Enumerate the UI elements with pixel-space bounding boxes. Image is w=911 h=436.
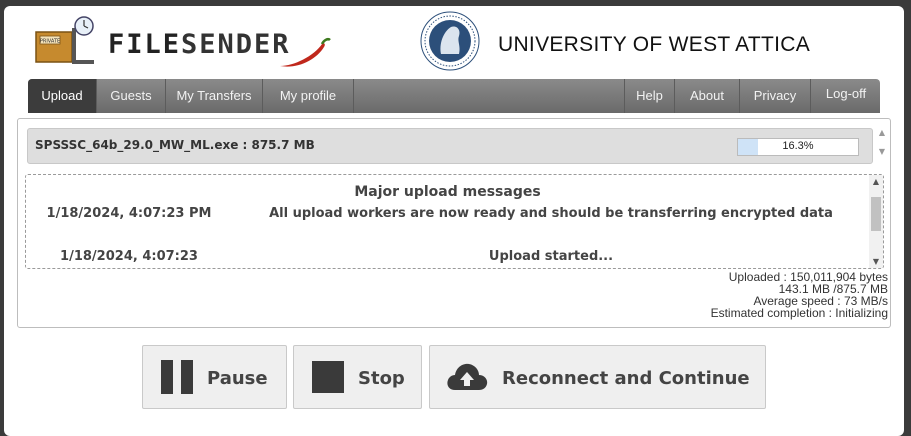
message-text: All upload workers are now ready and sho… [269,206,833,221]
scroll-down-arrow-icon[interactable]: ▼ [869,257,883,266]
scroll-down-arrow-icon[interactable]: ▼ [876,147,888,156]
university-seal-icon [419,10,481,72]
main-menu: Upload Guests My Transfers My profile He… [28,79,880,113]
tab-my-transfers[interactable]: My Transfers [166,79,263,113]
upload-stats: Uploaded : 150,011,904 bytes 143.1 MB /8… [711,271,888,319]
stop-icon [312,361,344,393]
reconnect-button-label: Reconnect and Continue [502,368,750,389]
tab-log-off[interactable]: Log-off [810,79,881,113]
logo-text-sender: SENDER [181,29,291,60]
message-time: 1/18/2024, 4:07:23 [60,249,198,264]
pause-button[interactable]: Pause [142,345,287,409]
upload-panel: SPSSSC_64b_29.0_MW_ML.exe : 875.7 MB 16.… [17,118,891,328]
filesender-logo-icon: PRIVATE [34,16,96,68]
tab-my-profile[interactable]: My profile [263,79,354,113]
stop-button-label: Stop [358,368,405,389]
messages-title: Major upload messages [354,184,541,200]
university-name: UNIVERSITY OF WEST ATTICA [498,33,811,56]
logo-text-file: FILE [108,29,182,60]
estimated-completion: Estimated completion : Initializing [710,306,888,320]
reconnect-continue-button[interactable]: Reconnect and Continue [429,345,766,409]
file-list-scrollbar[interactable]: ▲ ▼ [876,128,888,164]
tab-about[interactable]: About [674,79,739,113]
file-row: SPSSSC_64b_29.0_MW_ML.exe : 875.7 MB 16.… [27,128,873,164]
chili-pepper-icon [276,36,332,74]
app-logo-text: FILESENDER [108,29,291,60]
page: PRIVATE FILESENDER UNIVERSITY OF WEST AT… [4,6,904,436]
file-name: SPSSSC_64b_29.0_MW_ML.exe : 875.7 MB [35,138,315,152]
tab-help[interactable]: Help [624,79,674,113]
progress-percent: 16.3% [782,140,814,152]
message-time: 1/18/2024, 4:07:23 PM [46,206,212,221]
pause-icon [161,360,193,394]
pause-button-label: Pause [207,368,268,389]
scroll-up-arrow-icon[interactable]: ▲ [876,128,888,137]
tab-privacy[interactable]: Privacy [739,79,810,113]
tab-upload[interactable]: Upload [28,79,97,113]
logo-sign-text: PRIVATE [40,39,60,45]
tab-guests[interactable]: Guests [97,79,166,113]
progress-bar: 16.3% [737,138,859,156]
stop-button[interactable]: Stop [293,345,422,409]
messages-scrollbar[interactable]: ▲ ▼ [869,175,883,268]
cloud-upload-icon [447,363,488,390]
upload-messages-box: Major upload messages 1/18/2024, 4:07:23… [25,174,884,269]
scroll-up-arrow-icon[interactable]: ▲ [869,177,883,186]
scrollbar-thumb[interactable] [871,197,881,231]
message-text: Upload started... [488,249,614,264]
